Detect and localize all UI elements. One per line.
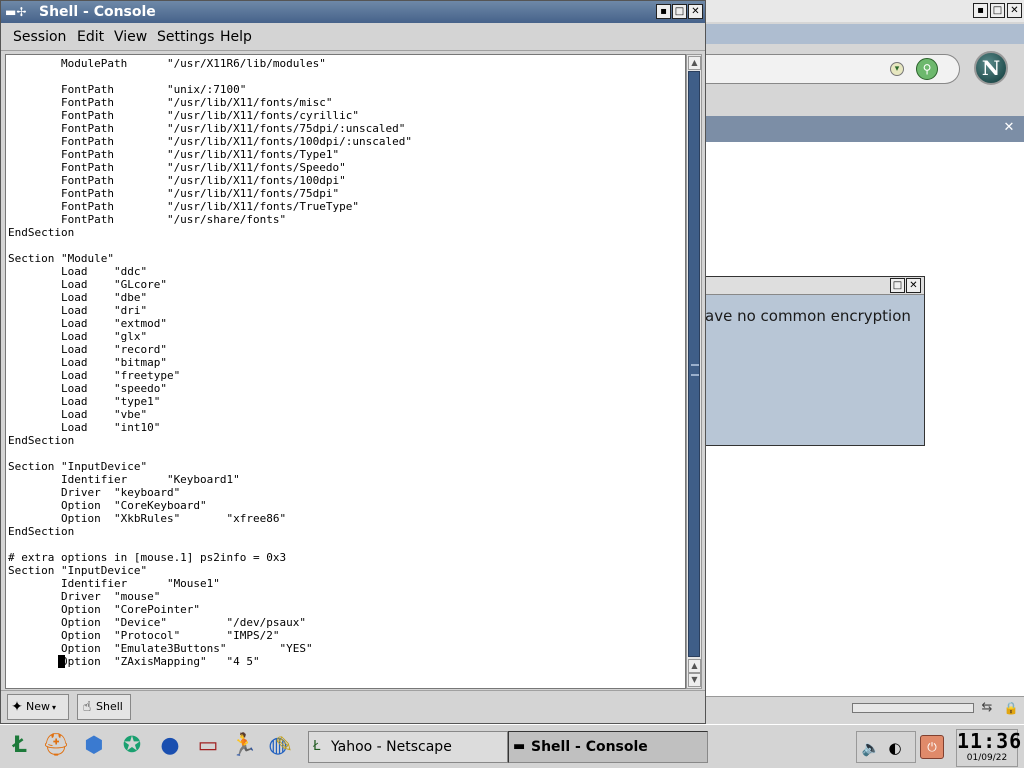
session-tabbar: ✦ New ▾ ☝ Shell <box>1 690 705 723</box>
globe-icon[interactable]: ● <box>154 730 186 762</box>
maximize-icon[interactable]: □ <box>990 3 1005 18</box>
taskbar: Ł ⛑ ⬢ ✪ ● ▭ 🏃 ◍ ✎ Ł Yahoo - Netscape ▬ She… <box>0 724 1024 768</box>
menu-view[interactable]: View <box>114 28 147 46</box>
menu-session[interactable]: Session <box>13 28 66 46</box>
minimize-icon[interactable]: ▪ <box>656 4 671 19</box>
scroll-grip-icon <box>691 364 699 376</box>
netscape-url-row: ▾ ⚲ N <box>704 46 1024 92</box>
konsole-window: ▬✢ Shell - Console ▪ □ ✕ Session Edit Vi… <box>0 0 706 724</box>
dialog-titlebar[interactable]: □ ✕ <box>705 277 924 295</box>
power-icon[interactable]: ⏻ <box>920 735 944 759</box>
clock-time: 11:36 <box>957 729 1023 753</box>
menu-help[interactable]: Help <box>220 28 252 46</box>
netscape-toolbar-strip <box>704 24 1024 44</box>
terminal-text: ModulePath "/usr/X11R6/lib/modules" Font… <box>8 57 412 668</box>
text-cursor <box>58 655 65 668</box>
terminal-output[interactable]: ModulePath "/usr/X11R6/lib/modules" Font… <box>5 54 686 689</box>
sidebar-close-icon[interactable]: ✕ <box>1002 121 1016 135</box>
progress-bar <box>852 703 974 713</box>
dialog-message: ave no common encryption <box>705 307 911 325</box>
new-session-button[interactable]: ✦ New ▾ <box>7 694 69 720</box>
minimize-icon[interactable]: ▪ <box>973 3 988 18</box>
clock[interactable]: 11:36 01/09/22 <box>956 729 1023 767</box>
brush-icon[interactable]: ✎ <box>268 730 300 762</box>
close-icon[interactable]: ✕ <box>1007 3 1022 18</box>
netscape-sidebar-header <box>704 116 1024 142</box>
lifevest-icon[interactable]: ⛑ <box>40 730 72 762</box>
running-man-icon[interactable]: 🏃 <box>228 730 260 762</box>
window-title: Shell - Console <box>39 4 156 20</box>
maximize-icon[interactable]: □ <box>890 278 905 293</box>
terminal-scrollbar[interactable]: ▲ ▲ ▼ <box>686 54 702 689</box>
menu-edit[interactable]: Edit <box>77 28 104 46</box>
maximize-icon[interactable]: □ <box>672 4 687 19</box>
netscape-titlebar[interactable]: ▪ □ ✕ <box>704 0 1024 22</box>
new-session-label: New <box>26 700 50 713</box>
tab-shell[interactable]: ☝ Shell <box>77 694 131 720</box>
volume-icon[interactable]: 🔈 <box>861 738 881 758</box>
netscape-logo-icon[interactable]: N <box>974 51 1008 85</box>
search-icon[interactable]: ⚲ <box>916 58 938 80</box>
scroll-up-icon[interactable]: ▲ <box>688 659 701 673</box>
shell-tab-icon: ☝ <box>82 699 92 715</box>
scroll-up-icon[interactable]: ▲ <box>688 56 701 70</box>
scanner-icon[interactable]: ▭ <box>192 730 224 762</box>
task-yahoo-netscape[interactable]: Ł Yahoo - Netscape <box>308 731 508 763</box>
task-label: Shell - Console <box>531 739 648 755</box>
close-icon[interactable]: ✕ <box>688 4 703 19</box>
konsole-task-icon: ▬ <box>513 739 526 754</box>
network-connection-icon[interactable]: ⇆ <box>974 699 1000 717</box>
dropdown-arrow-icon[interactable]: ▾ <box>52 703 56 712</box>
new-session-icon: ✦ <box>11 699 23 715</box>
window-menu-icon[interactable]: ▬✢ <box>5 4 35 20</box>
runner-icon[interactable]: ✪ <box>116 730 148 762</box>
netscape-statusbar: ⇆ 🔒 <box>704 696 1024 720</box>
task-label: Yahoo - Netscape <box>331 739 452 755</box>
scroll-down-icon[interactable]: ▼ <box>688 673 701 687</box>
dropdown-arrow-icon[interactable]: ▾ <box>890 62 904 76</box>
clock-date: 01/09/22 <box>966 753 1008 763</box>
task-shell-console[interactable]: ▬ Shell - Console <box>508 731 708 763</box>
mixer-icon[interactable]: ◐ <box>885 738 905 758</box>
kde-menu-icon[interactable]: Ł <box>4 730 36 762</box>
security-lock-icon[interactable]: 🔒 <box>1002 699 1020 717</box>
netscape-task-icon: Ł <box>313 739 321 754</box>
close-icon[interactable]: ✕ <box>906 278 921 293</box>
security-dialog: □ ✕ ave no common encryption <box>704 276 925 446</box>
shell-tab-label: Shell <box>96 700 123 713</box>
menu-settings[interactable]: Settings <box>157 28 214 46</box>
scroll-thumb[interactable] <box>688 71 700 657</box>
menubar: Session Edit View Settings Help <box>1 23 705 51</box>
system-tray: 🔈 ◐ <box>856 731 916 763</box>
cube-icon[interactable]: ⬢ <box>78 730 110 762</box>
konsole-titlebar[interactable]: ▬✢ Shell - Console ▪ □ ✕ <box>1 1 705 23</box>
